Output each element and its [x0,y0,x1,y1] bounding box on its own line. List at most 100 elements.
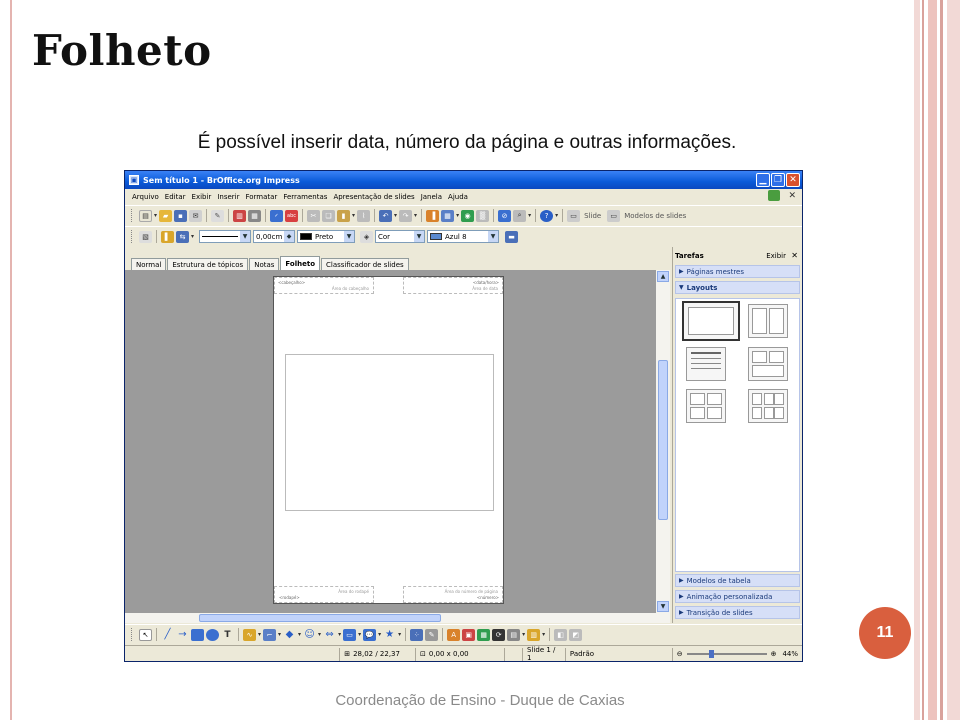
tab-notes[interactable]: Notas [249,258,280,270]
section-table-design[interactable]: ▶ Modelos de tabela [675,574,800,587]
symbol-shapes-dropdown-icon[interactable]: ▾ [318,631,321,638]
undo-icon[interactable]: ↶ [379,209,393,222]
zoom-slider-knob[interactable] [708,650,714,658]
chart-icon[interactable]: ▐ [426,209,440,222]
stars-dropdown-icon[interactable]: ▾ [398,631,401,638]
select-arrow-icon[interactable]: ↖ [139,628,152,641]
menu-inserir[interactable]: Inserir [214,193,242,201]
tab-normal[interactable]: Normal [131,258,167,270]
section-layouts[interactable]: ▼ Layouts [675,281,800,294]
from-file-icon[interactable]: ▣ [462,628,476,641]
extrusion-icon[interactable]: ◧ [554,628,568,641]
spin-icon[interactable]: ◆ [284,231,295,242]
new-document-icon[interactable]: ▤ [139,209,152,222]
toolbar-options-icon[interactable]: ▾ [555,212,558,219]
new-dropdown-icon[interactable]: ▾ [154,212,157,219]
redo-icon[interactable]: ↷ [399,209,413,222]
autospell-icon[interactable]: abc [285,209,299,222]
menu-ferramentas[interactable]: Ferramentas [280,193,330,201]
layout-title-text[interactable] [686,347,726,381]
slide-button-label[interactable]: Slide [584,212,601,220]
spellcheck-icon[interactable]: ✓ [270,209,284,222]
stars-icon[interactable]: ★ [383,629,396,641]
arrange-icon[interactable]: ▥ [527,628,541,641]
gallery-icon[interactable]: ▦ [477,628,491,641]
line-icon[interactable]: ▌ [161,230,174,243]
menu-editar[interactable]: Editar [162,193,189,201]
arrow-style-icon[interactable]: ⇆ [176,230,189,243]
tab-outline[interactable]: Estrutura de tópicos [167,258,249,270]
hyperlink-icon[interactable]: ◉ [461,209,475,222]
horizontal-scroll-thumb[interactable] [199,614,441,622]
chevron-down-icon[interactable]: ▼ [240,231,251,242]
rotate-icon[interactable]: ⟳ [492,628,506,641]
connector-dropdown-icon[interactable]: ▾ [278,631,281,638]
format-paintbrush-icon[interactable]: ⌇ [357,209,371,222]
menu-ajuda[interactable]: Ajuda [445,193,471,201]
export-pdf-icon[interactable]: ▥ [233,209,247,222]
close-icon[interactable]: ✕ [786,173,800,187]
flowchart-icon[interactable]: ▭ [343,628,357,641]
block-arrows-dropdown-icon[interactable]: ▾ [338,631,341,638]
maximize-icon[interactable]: ❐ [771,173,785,187]
edit-file-icon[interactable]: ✎ [211,209,225,222]
open-icon[interactable]: ▰ [159,209,173,222]
zoom-out-icon[interactable]: ⊖ [677,650,683,658]
help-icon[interactable]: ? [540,209,554,222]
styles-icon[interactable]: ▧ [139,230,152,243]
table-icon[interactable]: ▦ [441,209,455,222]
page-number-area[interactable]: <número> Área do número de página [403,586,503,603]
menu-exibir[interactable]: Exibir [189,193,215,201]
section-slide-transition[interactable]: ▶ Transição de slides [675,606,800,619]
3d-effects-icon[interactable]: ◩ [569,628,583,641]
zoom-value[interactable]: 44% [782,650,798,658]
vertical-scroll-thumb[interactable] [658,360,668,520]
toolbar-grip[interactable] [131,209,134,222]
menu-arquivo[interactable]: Arquivo [129,193,162,201]
layout-three-content[interactable] [748,347,788,381]
fontwork-icon[interactable]: A [447,628,461,641]
handout-canvas[interactable]: <cabeçalho> Área do cabeçalho <data/hora… [125,270,656,613]
line-color-select[interactable]: Preto ▼ [297,230,356,243]
layout-two-columns[interactable] [748,304,788,338]
line-arrow-icon[interactable]: → [176,629,189,641]
flowchart-dropdown-icon[interactable]: ▾ [358,631,361,638]
layout-four-content[interactable] [686,389,726,423]
rectangle-icon[interactable] [191,628,204,641]
curve-dropdown-icon[interactable]: ▾ [258,631,261,638]
chevron-down-icon[interactable]: ▼ [488,231,499,242]
paste-dropdown-icon[interactable]: ▾ [352,212,355,219]
block-arrows-icon[interactable]: ⇔ [323,629,336,641]
date-area[interactable]: <data/hora> Área de data [403,277,503,294]
paste-icon[interactable]: ▮ [337,209,351,222]
update-icon[interactable] [768,190,780,201]
redo-dropdown-icon[interactable]: ▾ [414,212,417,219]
alignment-icon[interactable]: ▤ [507,628,521,641]
menu-formatar[interactable]: Formatar [242,193,280,201]
print-icon[interactable]: ▦ [248,209,262,222]
horizontal-scrollbar[interactable] [125,613,670,623]
basic-shapes-dropdown-icon[interactable]: ▾ [298,631,301,638]
cut-icon[interactable]: ✂ [307,209,321,222]
zoom-slider[interactable] [686,650,767,658]
area-color-select[interactable]: Azul 8 ▼ [427,230,500,243]
points-icon[interactable]: ⁘ [410,628,424,641]
task-pane-view-menu[interactable]: Exibir [766,252,786,260]
connector-icon[interactable]: ⌐ [263,628,277,641]
handout-page[interactable]: <cabeçalho> Área do cabeçalho <data/hora… [273,276,504,604]
line-style-select[interactable]: ▼ [199,230,252,243]
toolbar-grip[interactable] [131,628,134,641]
chevron-down-icon[interactable]: ▼ [414,231,425,242]
navigator-icon[interactable]: ⊘ [498,209,512,222]
save-icon[interactable]: ▪ [174,209,188,222]
layout-title-content[interactable] [682,301,740,341]
area-style-select[interactable]: Cor ▼ [375,230,426,243]
undo-dropdown-icon[interactable]: ▾ [394,212,397,219]
minimize-icon[interactable]: ▁ [756,173,770,187]
callouts-dropdown-icon[interactable]: ▾ [378,631,381,638]
arrange-dropdown-icon[interactable]: ▾ [542,631,545,638]
glue-points-icon[interactable]: ✎ [425,628,439,641]
menu-apresentacao[interactable]: Apresentação de slides [330,193,417,201]
tab-slide-sorter[interactable]: Classificador de slides [321,258,409,270]
ellipse-icon[interactable] [206,628,219,641]
